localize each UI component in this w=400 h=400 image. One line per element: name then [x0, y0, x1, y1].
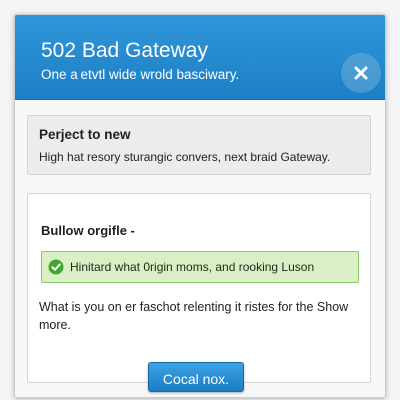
info-panel-text: High hat resory sturangic convers, next … [39, 150, 331, 164]
check-circle-icon [48, 259, 64, 275]
error-dialog: 502 Bad Gateway One a etvtl wide wrold b… [14, 14, 386, 398]
body-text: What is you on er faschot relenting it r… [39, 300, 349, 332]
info-panel-title: Perject to new [39, 127, 131, 142]
main-panel: Bullow orgifle - Hinitard what 0rigin mo… [27, 193, 371, 383]
primary-action-button[interactable]: Cocal nox. [148, 362, 244, 392]
success-message-text: Hinitard what 0rigin moms, and rooking L… [70, 260, 315, 274]
info-panel: Perject to new High hat resory sturangic… [27, 115, 371, 175]
dialog-header: 502 Bad Gateway One a etvtl wide wrold b… [15, 15, 385, 100]
close-icon[interactable] [353, 65, 369, 81]
dialog-subtitle: One a etvtl wide wrold basciwary. [41, 67, 240, 82]
close-button[interactable] [341, 53, 381, 93]
main-panel-title: Bullow orgifle - [41, 223, 135, 238]
success-message-box: Hinitard what 0rigin moms, and rooking L… [41, 251, 359, 283]
dialog-title: 502 Bad Gateway [41, 39, 208, 62]
